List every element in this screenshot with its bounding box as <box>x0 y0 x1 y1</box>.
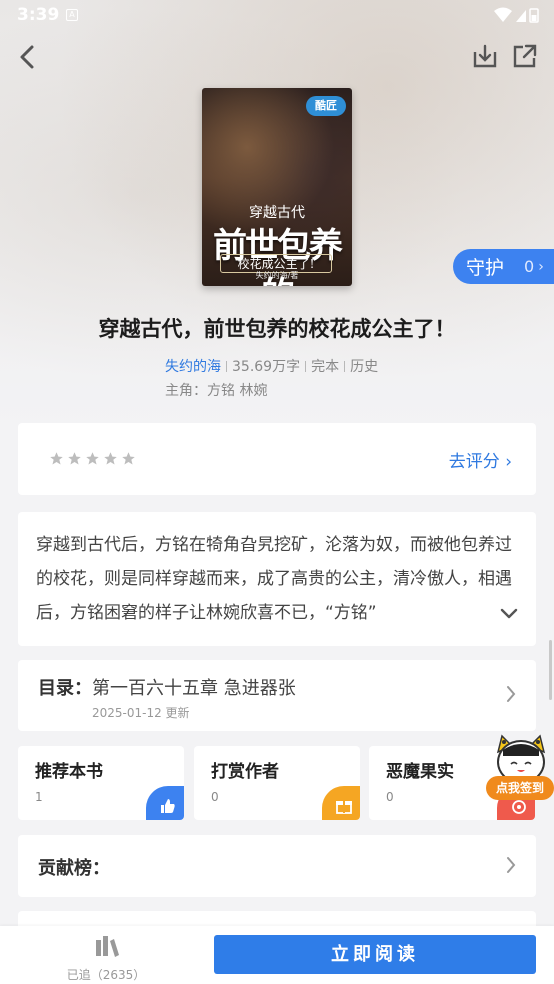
guard-count: 0 <box>524 257 535 276</box>
bottom-bar: 已追（2635） 立即阅读 <box>0 926 554 984</box>
chevron-right-icon <box>507 857 516 873</box>
divider <box>226 360 227 372</box>
star-icon <box>68 452 81 465</box>
divider <box>344 360 346 372</box>
scrollbar[interactable] <box>549 640 552 700</box>
cover-badge: 酷匠 <box>306 96 346 116</box>
bookshelf-icon <box>96 936 119 957</box>
bookshelf-label: 已追（2635） <box>66 968 146 982</box>
checkin-widget[interactable]: 点我签到 <box>486 734 554 806</box>
thumbs-up-icon <box>146 786 184 820</box>
bookshelf-button[interactable]: 已追（2635） <box>62 932 150 982</box>
contribution-label: 贡献榜： <box>38 858 110 879</box>
book-title: 穿越古代，前世包养的校花成公主了！ <box>98 317 456 341</box>
status-time: 3:39 <box>17 5 60 25</box>
book-meta: 失约的海 35.69万字 完本 历史 <box>165 356 378 376</box>
star-icon <box>122 452 135 465</box>
update-date: 2025-01-12 更新 <box>92 706 190 720</box>
back-icon[interactable] <box>14 42 42 72</box>
tile-count: 0 <box>386 790 394 804</box>
divider <box>305 360 307 372</box>
book-genre: 历史 <box>350 359 379 375</box>
guard-label: 守护 <box>466 257 505 279</box>
share-icon[interactable] <box>511 42 539 70</box>
description-card[interactable]: 穿越到古代后，方铭在犄角旮旯挖矿，沦落为奴，而被他包养过的校花，则是同样穿越而来… <box>18 512 536 646</box>
recommend-tile[interactable]: 推荐本书 1 <box>18 746 184 820</box>
star-icon <box>104 452 117 465</box>
toc-label: 目录： <box>38 678 92 699</box>
tile-title: 打赏作者 <box>211 762 279 782</box>
chevron-down-icon[interactable] <box>500 608 518 620</box>
contribution-card[interactable]: 贡献榜： <box>18 835 536 897</box>
gift-icon <box>322 786 360 820</box>
star-icon <box>50 452 63 465</box>
rating-card: 去评分 › <box>18 423 536 495</box>
description-fade <box>426 596 506 630</box>
tile-title: 恶魔果实 <box>386 762 454 782</box>
protagonists: 主角：方铭 林婉 <box>165 383 268 399</box>
author-link[interactable]: 失约的海 <box>165 356 221 376</box>
status-bar: 3:39 A <box>0 0 554 32</box>
chevron-right-icon: › <box>505 452 512 472</box>
latest-chapter: 第一百六十五章 急进器张 <box>92 678 296 699</box>
tile-count: 1 <box>35 790 43 804</box>
notification-icon: A <box>66 9 78 21</box>
checkin-label: 点我签到 <box>486 776 554 800</box>
read-now-button[interactable]: 立即阅读 <box>214 935 536 974</box>
tile-count: 0 <box>211 790 219 804</box>
star-icon <box>86 452 99 465</box>
star-rating <box>49 451 136 466</box>
book-status: 完本 <box>311 359 340 375</box>
toc-card[interactable]: 目录： 第一百六十五章 急进器张 2025-01-12 更新 <box>18 660 536 731</box>
chevron-right-icon <box>507 686 516 702</box>
tile-title: 推荐本书 <box>35 762 103 782</box>
guard-button[interactable]: 守护 0 › <box>453 249 554 284</box>
word-count: 35.69万字 <box>232 359 301 375</box>
cover-author: 失约的海/著 <box>255 271 299 280</box>
wifi-battery-icon <box>494 7 539 23</box>
tip-author-tile[interactable]: 打赏作者 0 <box>194 746 360 820</box>
book-cover[interactable]: 酷匠 穿越古代 前世包养的 校花成公主了! 失约的海/著 <box>202 88 352 286</box>
rate-button[interactable]: 去评分 › <box>449 447 512 472</box>
chevron-right-icon: › <box>538 258 544 275</box>
rate-label: 去评分 <box>448 452 500 472</box>
download-icon[interactable] <box>471 42 499 70</box>
